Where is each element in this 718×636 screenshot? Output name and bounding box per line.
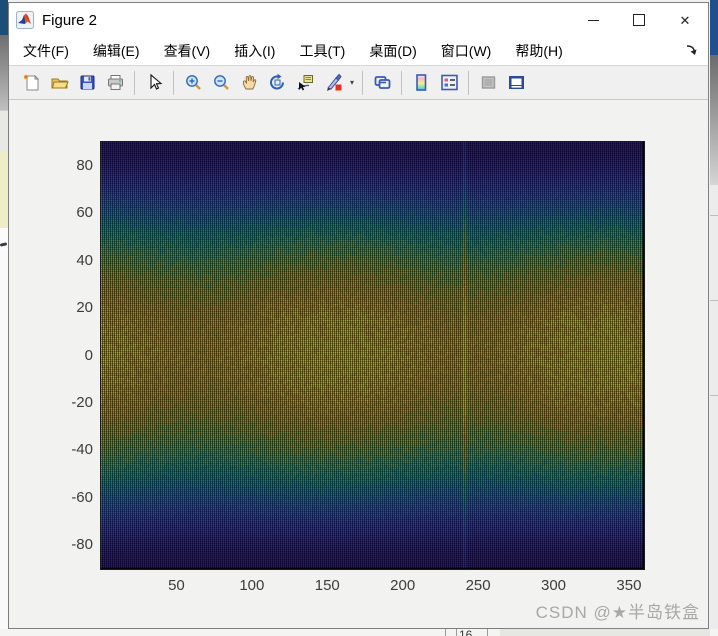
figure-toolbar: ▾ xyxy=(9,66,708,100)
hide-plot-tools-icon xyxy=(481,76,495,89)
data-cursor-button[interactable] xyxy=(292,70,318,96)
menu-item[interactable]: 工具(T) xyxy=(299,41,345,61)
title-bar[interactable]: Figure 2 ✕ xyxy=(9,3,708,37)
y-axis-tick-label: 60 xyxy=(76,204,93,222)
legend-icon xyxy=(440,74,458,91)
minimize-button[interactable] xyxy=(570,3,616,37)
brush-button[interactable] xyxy=(320,70,346,96)
link-icon xyxy=(374,76,390,89)
y-axis-tick-label: -40 xyxy=(71,441,93,459)
zoom-out-button[interactable] xyxy=(208,70,234,96)
figure-canvas: CSDN @★半岛铁盒 80 60 40 20 0 -20 -40 -60 -80 50 100 15… xyxy=(9,100,708,628)
menu-item[interactable]: 查看(V) xyxy=(164,41,211,61)
y-axis-tick-label: 0 xyxy=(84,346,93,364)
hand-icon xyxy=(242,75,256,90)
show-plot-tools-button[interactable] xyxy=(503,70,529,96)
figure-window: Figure 2 ✕ 文件(F) 编辑(E) 查看(V) 插入(I) 工具(T) 桌面(D… xyxy=(8,2,709,629)
dock-figure-icon[interactable] xyxy=(684,42,700,58)
matlab-logo-icon xyxy=(16,11,34,29)
x-axis-tick-label: 250 xyxy=(465,577,491,594)
new-figure-icon xyxy=(23,74,39,91)
window-title: Figure 2 xyxy=(42,11,98,29)
menu-item[interactable]: 桌面(D) xyxy=(369,41,416,61)
print-figure-button[interactable] xyxy=(102,70,128,96)
x-axis-tick-label: 50 xyxy=(168,577,185,594)
rotate-3d-button[interactable] xyxy=(264,70,290,96)
x-axis-tick-label: 100 xyxy=(239,577,265,594)
y-axis-tick-label: -80 xyxy=(71,536,93,554)
y-axis-tick-label: -60 xyxy=(71,488,93,506)
editor-line-number: 16 xyxy=(459,629,473,636)
menu-item[interactable]: 帮助(H) xyxy=(515,41,562,61)
menu-item[interactable]: 窗口(W) xyxy=(441,41,492,61)
y-axis-tick-label: 20 xyxy=(76,299,93,317)
new-figure-button[interactable] xyxy=(18,70,44,96)
y-axis-tick-label: 40 xyxy=(76,251,93,269)
maximize-button[interactable] xyxy=(616,3,662,37)
toolbar-separator xyxy=(468,70,469,95)
brush-dropdown-button[interactable]: ▾ xyxy=(347,70,357,96)
maximize-icon xyxy=(633,14,645,26)
toolbar-separator xyxy=(401,70,402,95)
link-plots-button[interactable] xyxy=(369,70,395,96)
x-axis-tick-label: 350 xyxy=(616,577,642,594)
menu-bar: 文件(F) 编辑(E) 查看(V) 插入(I) 工具(T) 桌面(D) 窗口(W) 帮助(H) xyxy=(9,37,708,66)
x-axis-tick-label: 300 xyxy=(540,577,567,594)
cursor-arrow-icon xyxy=(149,73,162,90)
menu-item[interactable]: 插入(I) xyxy=(234,41,275,61)
data-cursor-icon xyxy=(297,75,313,91)
zoom-out-icon xyxy=(213,75,229,90)
save-floppy-icon xyxy=(80,75,94,90)
insert-colorbar-button[interactable] xyxy=(408,70,434,96)
edit-plot-button[interactable] xyxy=(141,70,167,96)
background-editor-strip: 16 xyxy=(0,629,718,636)
rotate-3d-icon xyxy=(269,73,284,90)
colorbar-icon xyxy=(415,74,426,91)
minimize-icon xyxy=(587,19,599,21)
x-axis-tick-label: 200 xyxy=(390,577,416,594)
close-button[interactable]: ✕ xyxy=(662,3,708,37)
plot-image[interactable] xyxy=(100,141,645,570)
menu-item[interactable]: 编辑(E) xyxy=(93,41,140,61)
brush-icon xyxy=(326,73,342,91)
toolbar-separator xyxy=(362,70,363,95)
y-axis-tick-label: 80 xyxy=(76,156,93,174)
background-window-left-edge xyxy=(0,0,8,636)
open-folder-icon xyxy=(51,78,69,89)
printer-icon xyxy=(107,75,123,90)
y-axis-tick-label: -20 xyxy=(71,393,93,411)
x-axis-tick-label: 150 xyxy=(314,577,340,594)
save-figure-button[interactable] xyxy=(74,70,100,96)
background-window-right-edge xyxy=(710,0,718,636)
menu-item[interactable]: 文件(F) xyxy=(23,41,69,61)
toolbar-separator xyxy=(134,70,135,95)
close-icon: ✕ xyxy=(679,12,691,28)
zoom-in-button[interactable] xyxy=(180,70,206,96)
toolbar-separator xyxy=(173,70,174,95)
insert-legend-button[interactable] xyxy=(436,70,462,96)
hide-plot-tools-button[interactable] xyxy=(475,70,501,96)
zoom-in-icon xyxy=(185,75,201,90)
show-plot-tools-icon xyxy=(508,76,524,89)
open-file-button[interactable] xyxy=(46,70,72,96)
pan-button[interactable] xyxy=(236,70,262,96)
watermark: CSDN @★半岛铁盒 xyxy=(535,603,700,622)
